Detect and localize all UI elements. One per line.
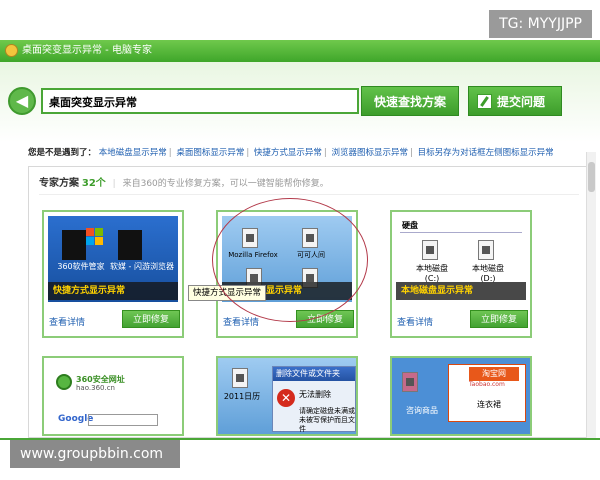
explorer-header: 硬盘 [402, 221, 418, 230]
watermark-bottom: www.groupbbin.com [10, 440, 180, 468]
related-link[interactable]: 本地磁盘显示异常 [99, 148, 167, 158]
solution-card[interactable]: 咨询商品 淘宝网 Taobao.com 连衣裙 [390, 356, 532, 436]
disk-label: 本地磁盘 (D:) [472, 264, 504, 283]
error-icon: ✕ [277, 389, 295, 407]
related-suggestions: 您是不是遇到了： 本地磁盘显示异常 | 桌面图标显示异常 | 快捷方式显示异常 | 浏… [28, 148, 554, 158]
related-link[interactable]: 目标另存为对话框左侧图标显示异常 [418, 148, 554, 158]
section-count: 32个 [81, 178, 106, 189]
search-button[interactable]: 快速查找方案 [361, 86, 459, 116]
site-url: hao.360.cn [76, 384, 115, 392]
desktop-icon-label: 软媒 - 闪游浏览器 [110, 262, 174, 271]
related-link[interactable]: 桌面图标显示异常 [176, 148, 244, 158]
taobao-window: 淘宝网 Taobao.com 连衣裙 [448, 364, 526, 422]
window-titlebar: 桌面突变显示异常 - 电脑专家 [0, 40, 600, 62]
desktop-icon-label: 2011日历 [223, 392, 261, 401]
back-arrow-icon: ◀ [15, 91, 29, 110]
disk-label: 本地磁盘 (C:) [416, 264, 448, 283]
search-input[interactable]: 桌面突变显示异常 [41, 88, 359, 114]
search-box [88, 414, 158, 426]
scrollbar[interactable] [586, 152, 596, 438]
app-icon [402, 372, 418, 392]
solution-card[interactable]: 360软件管家 软媒 - 闪游浏览器 快捷方式显示异常 查看详情 立即修复 [42, 210, 184, 338]
fix-now-button[interactable]: 立即修复 [470, 310, 528, 328]
fix-now-button[interactable]: 立即修复 [122, 310, 180, 328]
section-title: 专家方案 [39, 178, 79, 189]
window-title: 桌面突变显示异常 - 电脑专家 [22, 45, 152, 56]
dialog-detail: 请确定磁盘未满或未被写保护而且文件 [299, 407, 355, 433]
error-dialog: 删除文件或文件夹 ✕ 无法删除 请确定磁盘未满或未被写保护而且文件 [272, 366, 356, 433]
related-prompt: 您是不是遇到了： [28, 148, 97, 158]
windows-logo-icon [86, 228, 104, 246]
360-logo-icon [56, 374, 72, 390]
card-caption: 本地磁盘显示异常 [396, 282, 526, 300]
back-button[interactable]: ◀ [8, 87, 36, 115]
desktop-icon-label: 360软件管家 [57, 262, 105, 271]
section-desc: 来自360的专业修复方案，可以一键智能帮你修复。 [122, 179, 329, 189]
view-detail-link[interactable]: 查看详情 [49, 315, 85, 328]
watermark-top: TG: MYYJJPP [489, 10, 592, 38]
dialog-message: 无法删除 [299, 390, 331, 399]
related-link[interactable]: 快捷方式显示异常 [254, 148, 322, 158]
annotation-ellipse [212, 198, 368, 322]
taobao-logo: 淘宝网 [469, 367, 519, 381]
dialog-title: 删除文件或文件夹 [273, 367, 355, 381]
solution-card[interactable]: 硬盘 本地磁盘 (C:) 本地磁盘 (D:) 本地磁盘显示异常 查看详情 立即修… [390, 210, 532, 338]
edit-icon [477, 94, 492, 109]
related-link[interactable]: 浏览器图标显示异常 [332, 148, 409, 158]
scrollbar-thumb[interactable] [588, 162, 595, 192]
ask-question-button[interactable]: 提交问题 [468, 86, 562, 116]
disk-icon [422, 240, 438, 260]
view-detail-link[interactable]: 查看详情 [397, 315, 433, 328]
calendar-icon [232, 368, 248, 388]
ask-question-label: 提交问题 [497, 95, 546, 109]
redacted-block [118, 230, 142, 260]
redacted-block [62, 230, 86, 260]
taobao-search-term: 连衣裙 [477, 400, 501, 409]
section-header: 专家方案 32个 | 来自360的专业修复方案，可以一键智能帮你修复。 [39, 173, 579, 195]
taobao-domain: Taobao.com [469, 381, 505, 388]
card-screenshot: 360安全网址 hao.360.cn Google [48, 364, 178, 434]
solution-card[interactable]: 2011日历 删除文件或文件夹 ✕ 无法删除 请确定磁盘未满或未被写保护而且文件 [216, 356, 358, 436]
desktop-icon-label: 咨询商品 [406, 406, 438, 415]
disk-icon [478, 240, 494, 260]
solution-card[interactable]: 360安全网址 hao.360.cn Google [42, 356, 184, 436]
view-detail-link[interactable]: 查看详情 [223, 315, 259, 328]
card-caption: 快捷方式显示异常 [48, 282, 178, 300]
expert-logo-icon [5, 44, 18, 57]
